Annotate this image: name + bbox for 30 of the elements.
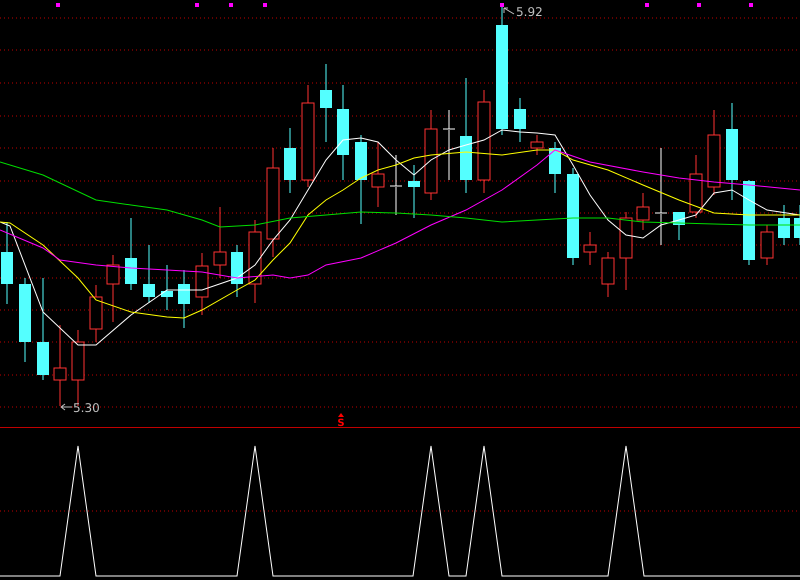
candlestick	[90, 284, 102, 342]
candlestick	[178, 270, 190, 328]
candlestick	[408, 164, 420, 218]
candlestick	[143, 244, 155, 304]
candlestick	[514, 98, 526, 142]
candlestick	[760, 224, 774, 266]
candlestick	[390, 154, 402, 216]
candlestick	[442, 110, 456, 180]
candlestick	[690, 154, 702, 218]
candlestick	[636, 192, 650, 230]
arrow-icon	[60, 404, 72, 410]
triangle-icon	[338, 413, 344, 417]
candlestick	[602, 252, 614, 298]
candlestick	[106, 254, 120, 322]
candlestick	[161, 264, 173, 310]
candlestick	[214, 206, 226, 278]
candlestick	[284, 128, 296, 194]
signal-label: S	[337, 418, 345, 427]
candlestick	[673, 212, 685, 240]
candlestick	[778, 204, 790, 246]
candlestick	[530, 134, 544, 156]
candlestick	[372, 142, 384, 208]
candlestick	[794, 204, 800, 246]
candlestick	[196, 252, 208, 316]
candlestick	[584, 232, 596, 266]
candlestick	[231, 244, 243, 298]
low-price-label: 5.30	[73, 401, 100, 415]
arrow-icon	[504, 8, 514, 14]
high-price-label: 5.92	[516, 5, 543, 19]
candlestick	[549, 142, 561, 194]
